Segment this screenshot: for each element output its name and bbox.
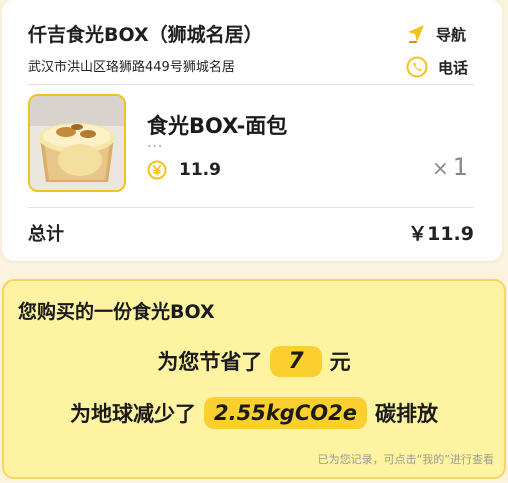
- call-button[interactable]: 电话: [406, 55, 468, 79]
- product-name: 食光BOX-面包: [147, 114, 288, 138]
- navigate-button[interactable]: 导航: [406, 22, 466, 46]
- yen-coin-icon: [147, 160, 167, 180]
- call-label: 电话: [438, 58, 469, 77]
- product-image: [28, 94, 126, 192]
- carbon-suffix: 碳排放: [374, 402, 438, 426]
- store-name: 仟吉食光BOX（狮城名居）: [28, 24, 263, 46]
- quantity-symbol: ×: [431, 156, 449, 180]
- saving-suffix: 元: [329, 350, 351, 374]
- money-saved-line: 为您节省了 7 元: [4, 343, 504, 379]
- saving-value: 7: [270, 345, 322, 377]
- navigate-label: 导航: [436, 25, 467, 44]
- phone-icon: [406, 56, 428, 78]
- product-quantity: × 1: [432, 153, 468, 181]
- store-address: 武汉市洪山区珞狮路449号狮城名居: [28, 60, 235, 75]
- eco-impact-card: 您购买的一份食光BOX 为您节省了 7 元 为地球减少了 2.55kgCO2e …: [2, 279, 506, 479]
- product-price: 11.9: [179, 160, 221, 180]
- price-row: 11.9: [147, 160, 221, 180]
- divider: [28, 84, 474, 85]
- saving-prefix: 为您节省了: [157, 350, 263, 374]
- location-arrow-icon: [406, 23, 426, 45]
- carbon-value: 2.55kgCO2e: [204, 397, 367, 429]
- eco-title: 您购买的一份食光BOX: [18, 301, 215, 323]
- divider: [28, 207, 474, 208]
- carbon-prefix: 为地球减少了: [70, 402, 197, 426]
- total-label: 总计: [28, 224, 64, 245]
- product-options-placeholder: ···: [147, 139, 164, 155]
- eco-footnote: 已为您记录，可点击“我的”进行查看: [317, 453, 494, 466]
- total-value: ￥11.9: [408, 223, 474, 245]
- quantity-value: 1: [452, 153, 468, 181]
- order-card: 仟吉食光BOX（狮城名居） 武汉市洪山区珞狮路449号狮城名居 导航 电话 食光…: [2, 0, 502, 261]
- carbon-reduced-line: 为地球减少了 2.55kgCO2e 碳排放: [4, 393, 504, 433]
